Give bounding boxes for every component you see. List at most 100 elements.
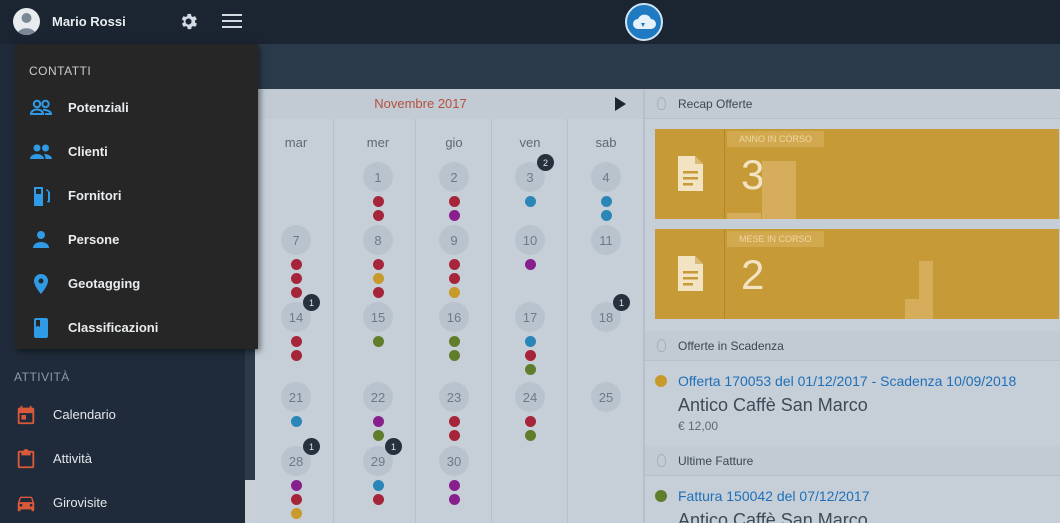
book-icon <box>29 317 53 339</box>
event-dot[interactable] <box>290 259 302 270</box>
event-dot[interactable] <box>290 273 302 284</box>
weekday-label: mer <box>366 135 390 150</box>
recap-title: Recap Offerte <box>678 97 753 111</box>
pin-icon[interactable] <box>657 454 666 467</box>
calendar-day[interactable]: 16 <box>439 302 469 332</box>
calendar-day[interactable]: 4 <box>591 162 621 192</box>
event-dot[interactable] <box>448 350 460 361</box>
invoice-customer: Antico Caffè San Marco <box>678 510 868 523</box>
location-pin-icon <box>29 273 53 295</box>
pin-icon[interactable] <box>657 339 666 352</box>
calendar-day[interactable]: 30 <box>439 446 469 476</box>
kpi-anno[interactable]: ANNO IN CORSO 3 <box>655 129 1059 219</box>
kpi-mese-bar <box>905 299 919 319</box>
event-dot[interactable] <box>290 508 302 519</box>
event-dot[interactable] <box>372 273 384 284</box>
day-count-badge: 1 <box>303 438 320 455</box>
event-dot[interactable] <box>290 416 302 427</box>
day-count-badge: 1 <box>613 294 630 311</box>
event-dot[interactable] <box>372 480 384 491</box>
calendar-day[interactable]: 15 <box>363 302 393 332</box>
menu-item-fornitori[interactable]: Fornitori <box>15 174 258 218</box>
event-dot[interactable] <box>290 350 302 361</box>
event-dot[interactable] <box>448 259 460 270</box>
event-dot[interactable] <box>448 336 460 347</box>
event-dot[interactable] <box>524 364 536 375</box>
event-dot[interactable] <box>372 287 384 298</box>
calendar-day[interactable]: 17 <box>515 302 545 332</box>
sidebar-item-calendario[interactable]: Calendario <box>0 393 245 437</box>
people-outline-icon <box>29 97 53 119</box>
event-dot[interactable] <box>372 196 384 207</box>
event-dot[interactable] <box>448 196 460 207</box>
event-dot[interactable] <box>290 494 302 505</box>
user-name[interactable]: Mario Rossi <box>52 14 126 29</box>
menu-item-persone[interactable]: Persone <box>15 218 258 262</box>
calendar-day[interactable]: 8 <box>363 225 393 255</box>
event-dot[interactable] <box>372 430 384 441</box>
offer-title-link[interactable]: Offerta 170053 del 01/12/2017 - Scadenza… <box>678 373 1016 389</box>
event-dot[interactable] <box>448 494 460 505</box>
event-dot[interactable] <box>600 196 612 207</box>
sidebar-scrollbar-thumb[interactable] <box>245 480 255 523</box>
event-dot[interactable] <box>290 287 302 298</box>
invoice-item[interactable]: Fattura 150042 del 07/12/2017 Antico Caf… <box>645 477 1060 523</box>
calendar-day[interactable]: 21 <box>281 382 311 412</box>
pin-icon[interactable] <box>657 97 666 110</box>
menu-item-label: Fornitori <box>68 188 122 203</box>
event-dot[interactable] <box>372 259 384 270</box>
weekday-label: gio <box>445 135 463 150</box>
event-dot[interactable] <box>448 430 460 441</box>
event-dot[interactable] <box>372 336 384 347</box>
event-dot[interactable] <box>524 416 536 427</box>
calendar-day[interactable]: 9 <box>439 225 469 255</box>
calendar-day[interactable]: 24 <box>515 382 545 412</box>
recap-header: Recap Offerte <box>645 89 1060 119</box>
menu-item-classificazioni[interactable]: Classificazioni <box>15 306 258 350</box>
calendar-day[interactable]: 10 <box>515 225 545 255</box>
kpi-mese[interactable]: MESE IN CORSO 2 <box>655 229 1059 319</box>
sidebar-item-attivita[interactable]: Attività <box>0 437 245 481</box>
event-dot[interactable] <box>448 287 460 298</box>
event-dot[interactable] <box>290 480 302 491</box>
event-dot[interactable] <box>372 494 384 505</box>
menu-icon[interactable] <box>222 14 242 29</box>
next-month-icon[interactable] <box>615 97 626 111</box>
event-dot[interactable] <box>290 336 302 347</box>
menu-item-label: Persone <box>68 232 120 247</box>
event-dot[interactable] <box>448 273 460 284</box>
invoice-title-link[interactable]: Fattura 150042 del 07/12/2017 <box>678 488 870 504</box>
day-count-badge: 2 <box>537 154 554 171</box>
kpi-mese-bar <box>919 261 933 319</box>
menu-item-clienti[interactable]: Clienti <box>15 130 258 174</box>
event-dot[interactable] <box>448 210 460 221</box>
event-dot[interactable] <box>372 416 384 427</box>
menu-item-potenziali[interactable]: Potenziali <box>15 86 258 130</box>
event-dot[interactable] <box>600 210 612 221</box>
calendar-day[interactable]: 25 <box>591 382 621 412</box>
sidebar-item-label: Calendario <box>53 407 116 422</box>
avatar[interactable] <box>13 8 40 35</box>
event-dot[interactable] <box>524 350 536 361</box>
event-dot[interactable] <box>372 210 384 221</box>
menu-item-geotagging[interactable]: Geotagging <box>15 262 258 306</box>
event-dot[interactable] <box>524 196 536 207</box>
menu-item-label: Potenziali <box>68 100 129 115</box>
gear-icon[interactable] <box>178 11 199 32</box>
event-dot[interactable] <box>524 430 536 441</box>
event-dot[interactable] <box>524 336 536 347</box>
sidebar-item-girovisite[interactable]: Girovisite <box>0 481 245 523</box>
menu-item-label: Geotagging <box>68 276 141 291</box>
event-dot[interactable] <box>524 259 536 270</box>
event-dot[interactable] <box>448 480 460 491</box>
offer-item[interactable]: Offerta 170053 del 01/12/2017 - Scadenza… <box>645 362 1060 446</box>
calendar-day[interactable]: 23 <box>439 382 469 412</box>
event-dot[interactable] <box>448 416 460 427</box>
calendar-day[interactable]: 2 <box>439 162 469 192</box>
calendar-day[interactable]: 7 <box>281 225 311 255</box>
calendar-day[interactable]: 11 <box>591 225 621 255</box>
status-dot <box>655 490 667 502</box>
calendar-day[interactable]: 1 <box>363 162 393 192</box>
calendar-day[interactable]: 22 <box>363 382 393 412</box>
cloud-logo[interactable] <box>625 3 663 41</box>
